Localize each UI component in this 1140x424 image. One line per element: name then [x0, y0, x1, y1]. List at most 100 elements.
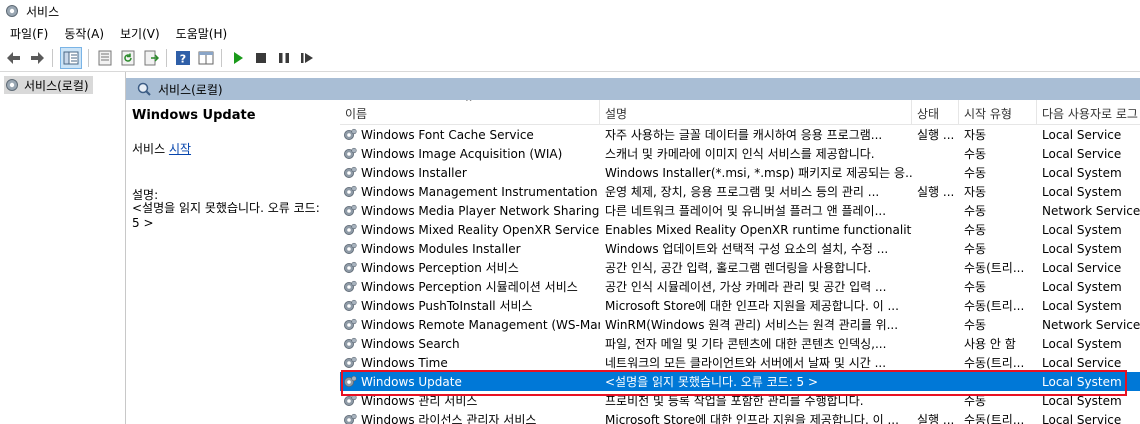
service-name-cell: Windows Time — [340, 355, 600, 371]
pause-service-button[interactable] — [275, 49, 293, 67]
service-row[interactable]: Windows Media Player Network Sharing S..… — [340, 201, 1140, 220]
service-row[interactable]: Windows Time 네트워크의 모든 클라이언트와 서버에서 날짜 및 시간… — [340, 353, 1140, 372]
service-description: 자주 사용하는 글꼴 데이터를 캐시하여 응용 프로그램... — [605, 128, 883, 142]
service-name-cell: Windows 관리 서비스 — [340, 392, 600, 409]
service-row[interactable]: Windows Modules Installer Windows 업데이트와 선… — [340, 239, 1140, 258]
service-name-cell: Windows 라이선스 관리자 서비스 — [340, 411, 600, 424]
service-name: Windows Perception 시뮬레이션 서비스 — [361, 280, 578, 294]
console-tree: 서비스(로컬) — [0, 72, 126, 424]
service-row[interactable]: Windows Installer Windows Installer(*.msi… — [340, 163, 1140, 182]
menu-file[interactable]: 파일(F) — [10, 25, 48, 42]
menu-help[interactable]: 도움말(H) — [176, 25, 228, 42]
service-gear-icon — [344, 280, 357, 292]
service-name: Windows Font Cache Service — [361, 127, 534, 142]
column-header-startup-type[interactable]: 시작 유형 — [959, 100, 1037, 124]
service-description: 다른 네트워크 플레이어 및 유니버설 플러그 앤 플레이... — [605, 204, 887, 218]
service-log-on-as: Local System — [1042, 298, 1122, 313]
column-header-row: ^ 이름 설명 상태 시작 유형 다음 사용자로 로그 — [340, 100, 1140, 125]
service-log-on-as: Local System — [1042, 222, 1122, 237]
help-button[interactable]: ? — [174, 49, 192, 67]
panel-header-title: 서비스(로컬) — [158, 82, 223, 97]
service-name: Windows Image Acquisition (WIA) — [361, 146, 563, 161]
sort-ascending-icon: ^ — [465, 100, 473, 108]
service-gear-icon — [344, 375, 357, 387]
properties-button[interactable] — [96, 49, 114, 67]
service-startup-type: 수동 — [964, 394, 987, 408]
service-startup-type: 수동(트리... — [964, 413, 1025, 424]
service-gear-icon — [344, 261, 357, 273]
start-service-link[interactable]: 시작 — [169, 142, 191, 156]
menu-view[interactable]: 보기(V) — [120, 25, 160, 42]
service-gear-icon — [344, 185, 357, 197]
service-log-on-as: Network Service — [1042, 317, 1140, 332]
export-list-button[interactable] — [142, 49, 160, 67]
column-header-description[interactable]: 설명 — [600, 100, 912, 124]
forward-arrow-icon — [31, 52, 44, 64]
help-icon: ? — [176, 51, 190, 66]
service-row[interactable]: Windows Font Cache Service 자주 사용하는 글꼴 데이터… — [340, 125, 1140, 144]
service-startup-type: 수동 — [964, 223, 987, 237]
service-gear-icon — [344, 337, 357, 349]
service-row[interactable]: Windows Update <설명을 읽지 못했습니다. 오류 코드: 5 > L… — [340, 372, 1140, 391]
service-row[interactable]: Windows 라이선스 관리자 서비스 Microsoft Store에 대한 … — [340, 410, 1140, 424]
service-log-on-as: Local Service — [1042, 355, 1122, 370]
services-gear-icon — [6, 79, 18, 91]
service-gear-icon — [344, 204, 357, 216]
service-log-on-as: Local System — [1042, 241, 1122, 256]
service-name-cell: Windows Mixed Reality OpenXR Service — [340, 222, 600, 238]
service-name-cell: Windows Update — [340, 374, 600, 390]
service-gear-icon — [344, 242, 357, 254]
services-gear-icon — [6, 5, 18, 17]
column-header-status[interactable]: 상태 — [912, 100, 959, 124]
column-header-status-label: 상태 — [917, 107, 940, 121]
column-header-log-on-as[interactable]: 다음 사용자로 로그 — [1037, 100, 1140, 124]
refresh-button[interactable] — [119, 49, 137, 67]
service-row[interactable]: Windows Image Acquisition (WIA) 스캐너 및 카메라… — [340, 144, 1140, 163]
tree-item-services-local[interactable]: 서비스(로컬) — [4, 76, 93, 94]
service-log-on-as: Local Service — [1042, 412, 1122, 424]
column-header-log-on-as-label: 다음 사용자로 로그 — [1042, 107, 1138, 121]
refresh-icon — [121, 50, 135, 66]
service-startup-type: 자동 — [964, 128, 987, 142]
service-gear-icon — [344, 166, 357, 178]
service-description: Microsoft Store에 대한 인프라 지원을 제공합니다. 이 ... — [605, 413, 899, 424]
service-row[interactable]: Windows Perception 서비스 공간 인식, 공간 입력, 홀로그램… — [340, 258, 1140, 277]
window-title: 서비스 — [26, 4, 60, 19]
menu-action[interactable]: 동작(A) — [64, 25, 104, 42]
service-row[interactable]: Windows Mixed Reality OpenXR Service Enab… — [340, 220, 1140, 239]
service-startup-type: 사용 안 함 — [964, 337, 1016, 351]
service-row[interactable]: Windows 관리 서비스 프로비전 및 등록 작업을 포함한 관리를 수행합니… — [340, 391, 1140, 410]
service-description: 공간 인식 시뮬레이션, 가상 카메라 관리 및 공간 입력 ... — [605, 280, 887, 294]
toolbar: ? — [0, 45, 1140, 72]
service-row[interactable]: Windows Management Instrumentation 운영 체제,… — [340, 182, 1140, 201]
service-row[interactable]: Windows PushToInstall 서비스 Microsoft Store… — [340, 296, 1140, 315]
service-row[interactable]: Windows Perception 시뮬레이션 서비스 공간 인식 시뮬레이션,… — [340, 277, 1140, 296]
service-name-cell: Windows Search — [340, 336, 600, 352]
service-gear-icon — [344, 147, 357, 159]
column-header-name[interactable]: ^ 이름 — [340, 100, 600, 124]
service-name-cell: Windows Installer — [340, 165, 600, 181]
service-name: Windows Search — [361, 336, 460, 351]
service-description: 운영 체제, 장치, 응용 프로그램 및 서비스 등의 관리 ... — [605, 185, 880, 199]
service-name: Windows Time — [361, 355, 448, 370]
service-description: <설명을 읽지 못했습니다. 오류 코드: 5 > — [605, 375, 819, 389]
service-description: 프로비전 및 등록 작업을 포함한 관리를 수행합니다. — [605, 394, 864, 408]
stop-service-button[interactable] — [252, 49, 270, 67]
service-startup-type: 수동 — [964, 204, 987, 218]
service-log-on-as: Local System — [1042, 336, 1122, 351]
service-row[interactable]: Windows Search 파일, 전자 메일 및 기타 콘텐츠에 대한 콘텐츠… — [340, 334, 1140, 353]
service-name: Windows 라이선스 관리자 서비스 — [361, 413, 537, 424]
service-log-on-as: Local Service — [1042, 127, 1122, 142]
forward-button[interactable] — [28, 49, 46, 67]
back-button[interactable] — [5, 49, 23, 67]
mmc-view-button[interactable] — [197, 49, 215, 67]
service-description: Enables Mixed Reality OpenXR runtime fun… — [605, 222, 912, 237]
resume-service-button[interactable] — [298, 49, 316, 67]
service-description: Windows 업데이트와 선택적 구성 요소의 설치, 수정 ... — [605, 242, 889, 256]
show-hide-console-tree-button[interactable] — [60, 47, 82, 69]
pause-icon — [279, 53, 289, 63]
start-service-button[interactable] — [229, 49, 247, 67]
service-row[interactable]: Windows Remote Management (WS-Man... WinR… — [340, 315, 1140, 334]
services-list: ^ 이름 설명 상태 시작 유형 다음 사용자로 로그 Windows Font … — [340, 100, 1140, 424]
service-name: Windows Perception 서비스 — [361, 261, 519, 275]
